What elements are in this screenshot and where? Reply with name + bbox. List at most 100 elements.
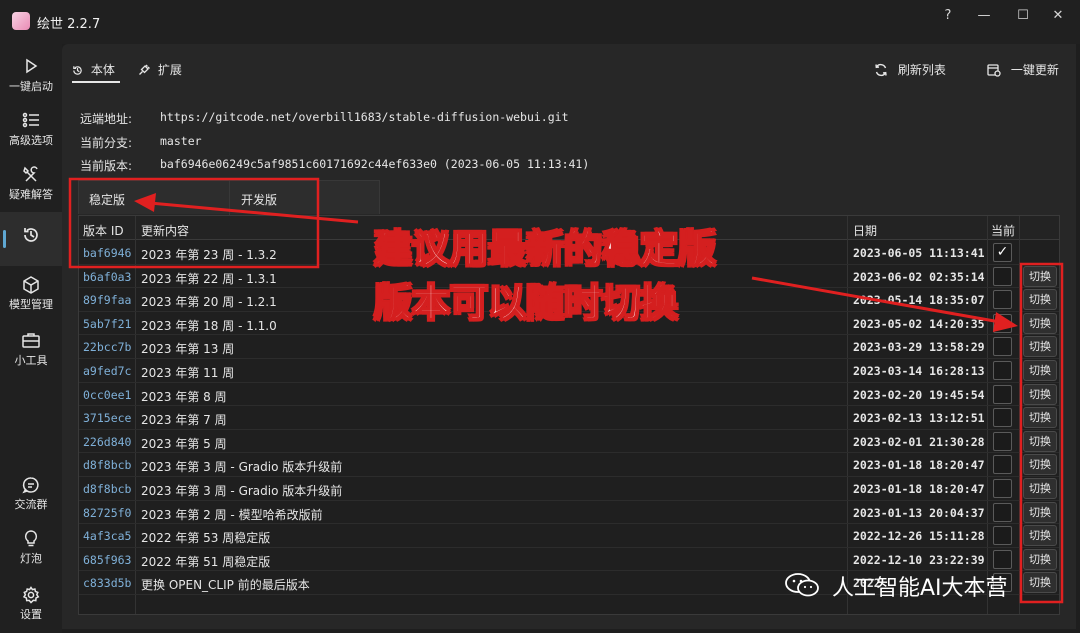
help-button[interactable]: ?	[934, 6, 962, 26]
version-message: 2023 年第 3 周 - Gradio 版本升级前	[141, 484, 343, 498]
sidebar-item-label: 高级选项	[9, 134, 53, 147]
refresh-list-button[interactable]: 刷新列表	[874, 61, 946, 80]
version-message: 2023 年第 11 周	[141, 366, 235, 380]
current-checkbox[interactable]	[993, 502, 1012, 522]
switch-button[interactable]: 切换	[1023, 525, 1057, 547]
switch-button[interactable]: 切换	[1023, 383, 1057, 405]
version-date: 2023-03-29 13:58:29	[853, 340, 985, 355]
column-header-message[interactable]: 更新内容	[141, 222, 189, 239]
version-id[interactable]: d8f8bcb	[83, 458, 131, 472]
sidebar-item-tools[interactable]: 小工具	[0, 324, 62, 378]
current-checkbox[interactable]	[993, 479, 1012, 498]
sidebar-item-version[interactable]	[0, 212, 62, 266]
version-id[interactable]: 226d840	[83, 435, 131, 449]
switch-button[interactable]: 切换	[1023, 548, 1057, 570]
tab-core[interactable]: 本体	[72, 61, 115, 79]
sidebar-item-settings[interactable]: 设置	[0, 578, 62, 632]
tab-extensions[interactable]: 扩展	[138, 61, 182, 79]
table-row[interactable]: 0cc0ee1 2023 年第 8 周 2023-02-20 19:45:54 切换	[79, 383, 1059, 407]
current-checkbox[interactable]	[993, 290, 1012, 310]
version-date: 2023-01-18 18:20:47	[853, 482, 985, 496]
current-checkbox[interactable]	[993, 549, 1012, 569]
sidebar-item-troubleshoot[interactable]: 疑难解答	[0, 158, 62, 212]
list-icon	[0, 104, 62, 130]
sidebar-item-models[interactable]: 模型管理	[0, 268, 62, 322]
table-row[interactable]: 3715ece 2023 年第 7 周 2023-02-13 13:12:51 切换	[79, 406, 1059, 430]
version-id[interactable]: 0cc0ee1	[83, 388, 131, 402]
app-title: 绘世 2.2.7	[37, 17, 101, 32]
remote-address-label: 远端地址:	[80, 112, 133, 126]
switch-button[interactable]: 切换	[1023, 265, 1057, 287]
wechat-icon	[785, 573, 819, 597]
version-id[interactable]: d8f8bcb	[83, 482, 131, 496]
switch-button[interactable]: 切换	[1023, 478, 1057, 499]
history-icon	[0, 212, 62, 242]
version-id[interactable]: 685f963	[83, 553, 131, 567]
toolbox-icon	[0, 324, 62, 350]
version-message: 2023 年第 2 周 - 模型哈希改版前	[141, 507, 323, 522]
version-message: 2023 年第 8 周	[141, 389, 227, 404]
table-row[interactable]: d8f8bcb 2023 年第 3 周 - Gradio 版本升级前 2023-01…	[79, 453, 1059, 477]
version-id[interactable]: 4af3ca5	[83, 529, 131, 543]
current-checkbox[interactable]	[993, 408, 1012, 428]
chat-icon	[0, 468, 62, 494]
version-id[interactable]: 22bcc7b	[83, 340, 131, 354]
history-icon	[72, 65, 83, 79]
version-date: 2023-02-01 21:30:28	[853, 434, 985, 449]
version-id[interactable]: 3715ece	[83, 411, 131, 425]
switch-button[interactable]: 切换	[1023, 430, 1057, 452]
current-checkbox[interactable]	[993, 431, 1012, 451]
sidebar-item-advanced[interactable]: 高级选项	[0, 104, 62, 158]
version-id[interactable]: c833d5b	[83, 576, 131, 590]
tab-extensions-label: 扩展	[157, 63, 182, 77]
version-id[interactable]: a9fed7c	[83, 364, 131, 378]
switch-button[interactable]: 切换	[1023, 501, 1057, 523]
column-header-current[interactable]: 当前	[991, 222, 1015, 239]
table-row[interactable]: d8f8bcb 2023 年第 3 周 - Gradio 版本升级前 2023-01…	[79, 477, 1059, 501]
version-message: 2022 年第 51 周稳定版	[141, 554, 271, 569]
sidebar-item-launch[interactable]: 一键启动	[0, 50, 62, 104]
version-id[interactable]: 5ab7f21	[83, 317, 131, 331]
switch-button[interactable]: 切换	[1023, 407, 1057, 429]
current-checkbox[interactable]	[993, 455, 1012, 475]
table-row[interactable]: 226d840 2023 年第 5 周 2023-02-01 21:30:28 切换	[79, 430, 1059, 454]
table-row[interactable]: a9fed7c 2023 年第 11 周 2023-03-14 16:28:13 切换	[79, 359, 1059, 383]
switch-button[interactable]: 切换	[1023, 289, 1057, 311]
current-checkbox[interactable]	[993, 313, 1012, 333]
sidebar-item-community[interactable]: 交流群	[0, 468, 62, 522]
table-row[interactable]: 82725f0 2023 年第 2 周 - 模型哈希改版前 2023-01-13 2…	[79, 501, 1059, 525]
switch-button[interactable]: 切换	[1023, 454, 1057, 476]
version-id[interactable]: 89f9faa	[83, 293, 131, 307]
close-button[interactable]: ✕	[1044, 6, 1072, 26]
switch-button[interactable]: 切换	[1023, 572, 1057, 594]
version-id[interactable]: 82725f0	[83, 506, 131, 520]
maximize-button[interactable]: ☐	[1009, 6, 1037, 26]
current-checkbox[interactable]	[993, 337, 1012, 357]
sidebar-item-label: 一键启动	[9, 80, 53, 93]
tab-stable[interactable]: 稳定版	[89, 191, 125, 208]
current-branch-label: 当前分支:	[80, 136, 133, 150]
switch-button[interactable]: 切换	[1023, 336, 1057, 358]
bulb-icon	[0, 522, 62, 548]
table-row[interactable]: 22bcc7b 2023 年第 13 周 2023-03-29 13:58:29 切换	[79, 335, 1059, 359]
sidebar-item-bulb[interactable]: 灯泡	[0, 522, 62, 576]
minimize-button[interactable]: —	[970, 6, 998, 26]
current-checkbox[interactable]	[993, 361, 1012, 380]
annotation-line-1: 建议用最新的稳定版	[373, 226, 717, 272]
current-checkbox[interactable]	[993, 526, 1012, 546]
version-date: 2022-12-26 15:11:28	[853, 529, 985, 544]
column-header-id[interactable]: 版本 ID	[83, 222, 124, 239]
switch-button[interactable]: 切换	[1023, 312, 1057, 334]
table-row[interactable]: 685f963 2022 年第 51 周稳定版 2022-12-10 23:22:3…	[79, 548, 1059, 572]
current-checkbox[interactable]	[993, 266, 1012, 286]
table-row[interactable]: 4af3ca5 2022 年第 53 周稳定版 2022-12-26 15:11:2…	[79, 524, 1059, 548]
column-header-date[interactable]: 日期	[853, 222, 877, 239]
version-id[interactable]: b6af0a3	[83, 270, 131, 284]
current-checkbox[interactable]: ✓	[993, 243, 1012, 262]
refresh-icon	[874, 63, 888, 80]
switch-button[interactable]: 切换	[1023, 360, 1057, 381]
one-click-update-button[interactable]: 一键更新	[987, 61, 1059, 80]
version-id[interactable]: baf6946	[83, 246, 131, 260]
current-checkbox[interactable]	[993, 384, 1012, 404]
tab-dev[interactable]: 开发版	[241, 191, 277, 208]
